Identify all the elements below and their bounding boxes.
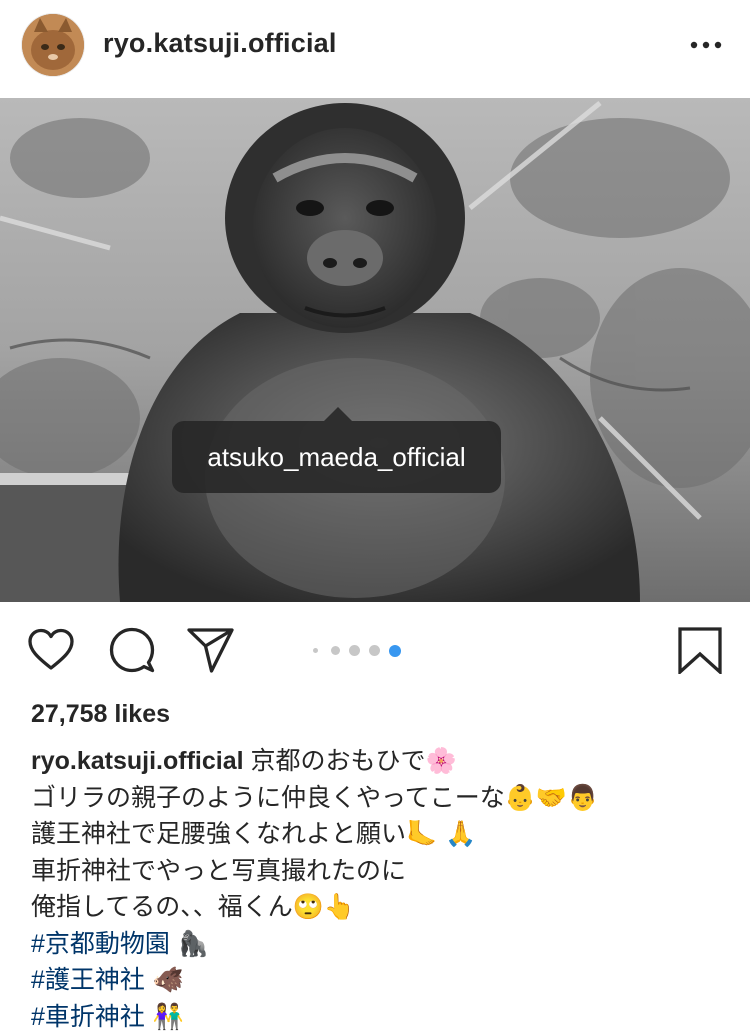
hashtag-link[interactable]: #護王神社 <box>31 966 145 994</box>
caption-text: 護王神社で足腰強くなれよと願い <box>31 820 406 848</box>
gorilla-photo <box>0 98 750 602</box>
post-author-username[interactable]: ryo.katsuji.official <box>103 28 337 59</box>
carousel-dot <box>369 645 380 656</box>
caption-line: 俺指してるの、、福くん🙄👆 <box>31 889 731 926</box>
avatar[interactable] <box>22 14 84 76</box>
hashtag-emoji: 🐗 <box>145 965 184 994</box>
caption-owner-username[interactable]: ryo.katsuji.official <box>31 747 244 775</box>
caption-line: ryo.katsuji.official 京都のおもひで🌸 <box>31 743 731 780</box>
post-photo[interactable]: atsuko_maeda_official <box>0 98 750 602</box>
hashtag-line: #護王神社 🐗 <box>31 962 731 999</box>
carousel-dot <box>313 648 318 653</box>
tagged-user-tooltip[interactable]: atsuko_maeda_official <box>172 421 501 493</box>
post-caption: ryo.katsuji.official 京都のおもひで🌸 ゴリラの親子のように… <box>31 743 731 1035</box>
caption-emoji: 🦶 🙏 <box>406 819 476 848</box>
caption-text: ゴリラの親子のように仲良くやってこーな <box>31 784 505 812</box>
more-options-icon[interactable] <box>688 30 724 60</box>
tag-tooltip-arrow <box>324 407 352 421</box>
comment-icon[interactable] <box>108 626 156 674</box>
caption-emoji: 🌸 <box>426 746 457 775</box>
caption-text: 京都のおもひで <box>244 747 426 775</box>
caption-line: ゴリラの親子のように仲良くやってこーな👶🤝👨 <box>31 780 731 817</box>
bookmark-icon[interactable] <box>676 626 724 674</box>
caption-emoji: 🙄👆 <box>293 892 355 921</box>
caption-line: 車折神社でやっと写真撮れたのに <box>31 853 731 890</box>
hashtag-line: #京都動物園 🦍 <box>31 926 731 963</box>
caption-text: 俺指してるの、、福くん <box>31 893 293 921</box>
paper-plane-icon[interactable] <box>186 626 234 674</box>
caption-emoji: 👶🤝👨 <box>505 783 598 812</box>
hashtag-emoji: 👫 <box>145 1002 184 1031</box>
carousel-dot <box>331 646 340 655</box>
hashtag-link[interactable]: #車折神社 <box>31 1003 145 1031</box>
carousel-dot-active <box>389 645 401 657</box>
post-header: ryo.katsuji.official <box>0 0 750 98</box>
caption-text: 車折神社でやっと写真撮れたのに <box>31 857 406 885</box>
caption-line: 護王神社で足腰強くなれよと願い🦶 🙏 <box>31 816 731 853</box>
hashtag-emoji: 🦍 <box>170 929 209 958</box>
hashtag-link[interactable]: #京都動物園 <box>31 930 170 958</box>
hashtag-line: #車折神社 👫 <box>31 999 731 1035</box>
heart-icon[interactable] <box>27 626 75 674</box>
carousel-dot <box>349 645 360 656</box>
likes-count[interactable]: 27,758 likes <box>31 700 170 729</box>
